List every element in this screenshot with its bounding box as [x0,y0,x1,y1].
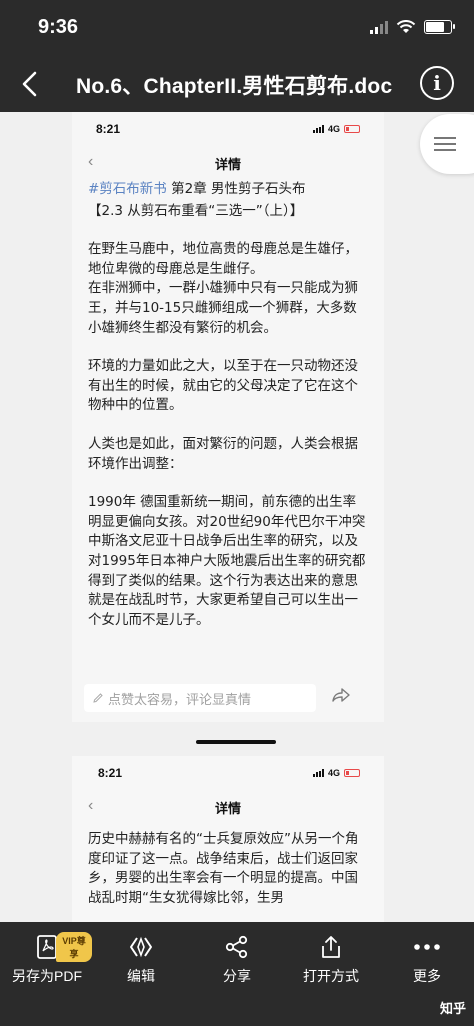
comment-placeholder: 点赞太容易，评论显真情 [108,691,252,707]
comment-input[interactable]: 点赞太容易，评论显真情 [84,684,316,712]
share-arrow-icon[interactable] [332,688,350,707]
embedded-time: 8:21 [96,122,121,136]
status-time: 9:36 [38,16,79,38]
back-button[interactable] [10,64,50,104]
paragraph: 人类也是如此，面对繁衍的问题，人类会根据环境作出调整： [88,435,358,472]
open-with-button[interactable]: 打开方式 [286,932,376,986]
embedded-nav: ‹ 详情 [72,792,384,824]
toolbar-label: 编辑 [127,968,155,984]
article-content: #剪石布新书 第2章 男性剪子石头布 【2.3 从剪石布重看“三选一”（上）】 … [72,180,384,630]
embedded-time: 8:21 [98,766,123,780]
embedded-status-icons: 4G [312,124,360,134]
menu-icon [434,133,456,155]
paragraph: 历史中赫赫有名的“士兵复原效应”从另一个角度印证了这一点。战争结束后，战士们返回… [88,831,359,906]
info-button[interactable]: i [420,66,454,100]
toolbar-label: 打开方式 [303,968,359,984]
toolbar-label: 更多 [413,968,441,984]
save-as-pdf-button[interactable]: 另存为PDF VIP尊享 [2,932,92,986]
chevron-left-icon [22,71,37,97]
chapter-heading: #剪石布新书 第2章 男性剪子石头布 [88,180,368,200]
chapter-title: 第2章 男性剪子石头布 [166,181,306,197]
signal-icon [312,125,324,133]
signal-icon [312,769,324,777]
document-page-1: 8:21 4G ‹ 详情 #剪石布新书 第2章 男性剪子石头布 【2.3 从剪石… [72,112,384,722]
wifi-icon [396,20,416,33]
signal-icon [370,20,388,34]
edit-icon [96,932,186,962]
edit-button[interactable]: 编辑 [96,932,186,986]
document-title: No.6、ChapterII.男性石剪布.doc [76,75,393,98]
paragraph: 在非洲狮中，一群小雄狮中只有一只能成为狮王，并与10-15只雌狮组成一个狮群，大… [88,280,358,336]
top-header: 9:36 No.6、ChapterII.男性石剪布.doc i [0,0,474,112]
toolbar-label: 另存为PDF [12,968,82,984]
home-indicator [196,740,276,744]
nav-bar: No.6、ChapterII.男性石剪布.doc i [0,56,474,112]
status-icons [370,20,455,34]
battery-low-icon [344,125,360,133]
paragraph: 在野生马鹿中，地位高贵的母鹿总是生雄仔，地位卑微的母鹿总是生雌仔。 [88,241,358,277]
watermark: 知乎 [440,998,466,1017]
section-subtitle: 【2.3 从剪石布重看“三选一”（上）】 [88,202,304,219]
info-icon: i [433,71,441,95]
pencil-icon [93,693,103,703]
share-icon [192,932,282,962]
open-with-icon [286,932,376,962]
paragraph: 1990年 德国重新统一期间，前东德的出生率明显更偏向女孩。对20世纪90年代巴… [88,494,366,628]
toolbar-label: 分享 [223,968,251,984]
status-bar: 9:36 [0,0,474,56]
article-content: 历史中赫赫有名的“士兵复原效应”从另一个角度印证了这一点。战争结束后，战士们返回… [72,824,384,908]
embedded-nav: ‹ 详情 [72,148,384,180]
comment-bar: 点赞太容易，评论显真情 [72,678,384,722]
embedded-status-bar: 8:21 4G [72,756,384,792]
network-label: 4G [327,768,340,778]
vip-badge: VIP尊享 [56,932,92,962]
embedded-status-bar: 8:21 4G [72,112,384,148]
embedded-title: 详情 [214,157,241,172]
battery-low-icon [344,769,360,777]
paragraph: 环境的力量如此之大，以至于在一只动物还没有出生的时候，就由它的父母决定了它在这个… [88,358,358,414]
embedded-status-icons: 4G [312,768,360,778]
bottom-toolbar: 另存为PDF VIP尊享 编辑 分享 打开方式 更多 [0,922,474,1026]
more-icon [382,932,472,962]
network-label: 4G [327,124,340,134]
battery-icon [424,20,455,34]
zhihu-logo: 知乎 [439,1001,466,1016]
hashtag-link[interactable]: #剪石布新书 [88,181,167,197]
embedded-title: 详情 [214,801,241,816]
outline-menu-button[interactable] [420,114,474,174]
share-button[interactable]: 分享 [192,932,282,986]
more-button[interactable]: 更多 [382,932,472,986]
